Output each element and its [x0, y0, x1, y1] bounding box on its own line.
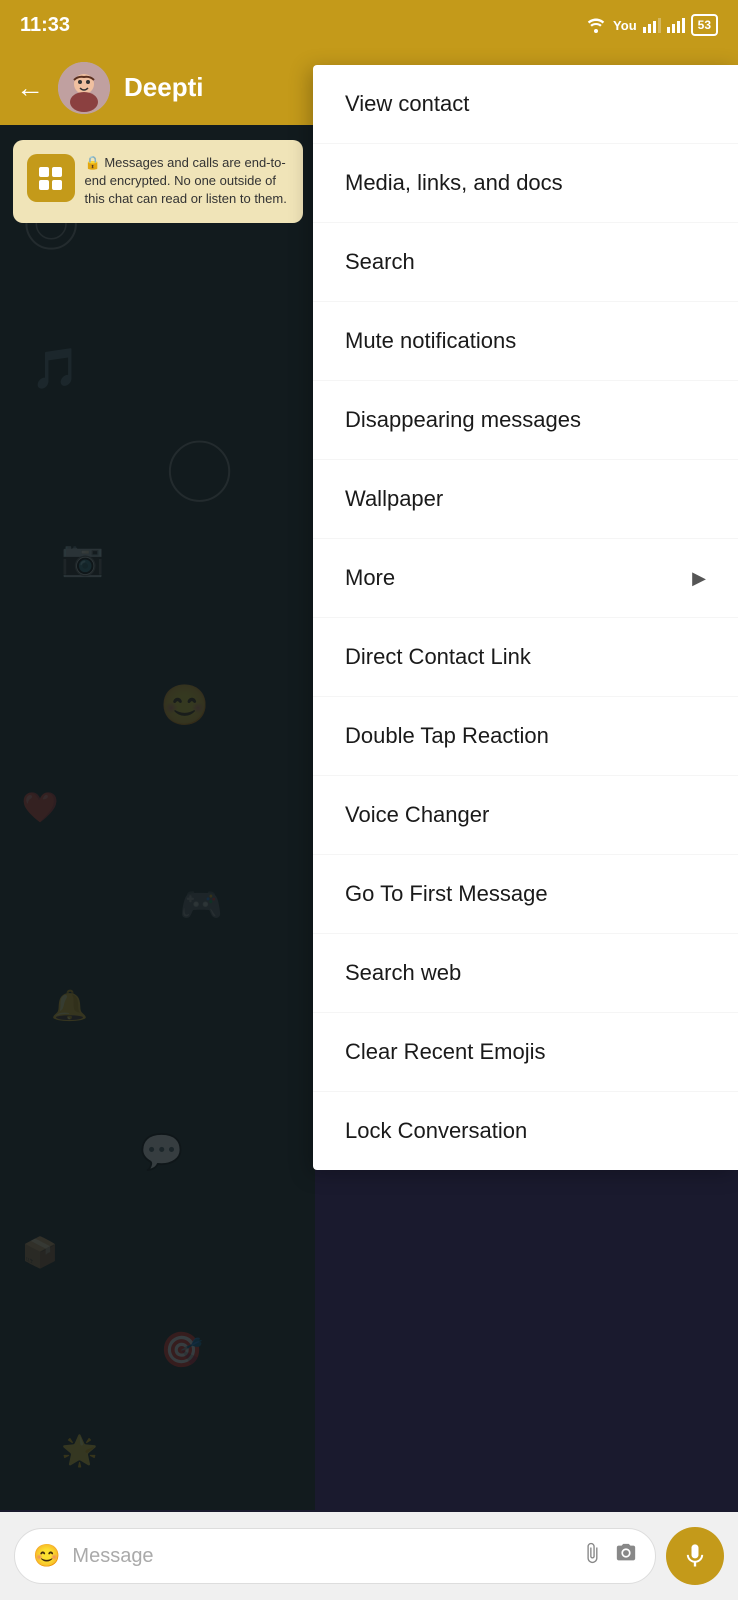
- svg-text:🎯: 🎯: [160, 1331, 203, 1370]
- avatar-image: [58, 62, 110, 114]
- menu-label-mute-notifications: Mute notifications: [345, 328, 516, 354]
- menu-label-voice-changer: Voice Changer: [345, 802, 489, 828]
- svg-text:🎮: 🎮: [180, 886, 223, 924]
- menu-item-go-to-first-message[interactable]: Go To First Message: [313, 855, 738, 934]
- security-message: Messages and calls are end-to-end encryp…: [85, 155, 287, 206]
- menu-item-wallpaper[interactable]: Wallpaper: [313, 460, 738, 539]
- signal-icon1: [643, 17, 661, 33]
- back-button[interactable]: ←: [16, 72, 44, 104]
- menu-item-search-web[interactable]: Search web: [313, 934, 738, 1013]
- menu-item-direct-contact-link[interactable]: Direct Contact Link: [313, 618, 738, 697]
- menu-label-search-web: Search web: [345, 960, 461, 986]
- grid-icon: [39, 167, 62, 190]
- menu-label-search: Search: [345, 249, 415, 275]
- signal-icon2: [667, 17, 685, 33]
- chat-content-area: 🔒 Messages and calls are end-to-end encr…: [0, 125, 315, 252]
- mic-icon: [681, 1542, 709, 1570]
- menu-label-clear-recent-emojis: Clear Recent Emojis: [345, 1039, 546, 1065]
- context-menu: View contact Media, links, and docs Search…: [313, 65, 738, 1170]
- menu-item-view-contact[interactable]: View contact: [313, 65, 738, 144]
- menu-item-voice-changer[interactable]: Voice Changer: [313, 776, 738, 855]
- svg-text:💬: 💬: [140, 1132, 183, 1172]
- network-icon: You: [613, 18, 637, 33]
- menu-item-media-links-docs[interactable]: Media, links, and docs: [313, 144, 738, 223]
- menu-label-double-tap-reaction: Double Tap Reaction: [345, 723, 549, 749]
- battery-icon: 53: [691, 14, 718, 36]
- menu-label-lock-conversation: Lock Conversation: [345, 1118, 527, 1144]
- status-bar: 11:33 You 53: [0, 0, 738, 50]
- menu-label-wallpaper: Wallpaper: [345, 486, 443, 512]
- background-doodles: 🎵 📷 😊 ❤️ 🎮 🔔 💬 📦 🎯 🌟: [0, 125, 315, 1510]
- menu-label-go-to-first-message: Go To First Message: [345, 881, 548, 907]
- svg-text:📦: 📦: [21, 1236, 58, 1270]
- security-text: 🔒 Messages and calls are end-to-end encr…: [85, 154, 289, 209]
- security-notice: 🔒 Messages and calls are end-to-end encr…: [13, 140, 303, 223]
- status-time: 11:33: [20, 14, 70, 37]
- svg-text:😊: 😊: [160, 684, 209, 728]
- menu-label-direct-contact-link: Direct Contact Link: [345, 644, 531, 670]
- menu-item-mute-notifications[interactable]: Mute notifications: [313, 302, 738, 381]
- attach-button[interactable]: [581, 1542, 603, 1570]
- lock-icon-inline: 🔒: [85, 155, 101, 170]
- menu-label-view-contact: View contact: [345, 91, 469, 117]
- chat-background: 🎵 📷 😊 ❤️ 🎮 🔔 💬 📦 🎯 🌟: [0, 125, 315, 1510]
- emoji-button[interactable]: 😊: [33, 1543, 60, 1569]
- security-icon-box: [27, 154, 75, 202]
- menu-label-more: More: [345, 565, 395, 591]
- svg-text:🎵: 🎵: [31, 347, 80, 391]
- svg-text:📷: 📷: [61, 540, 104, 578]
- wifi-icon: [585, 17, 607, 33]
- message-placeholder[interactable]: Message: [72, 1545, 569, 1568]
- avatar[interactable]: [58, 62, 110, 114]
- svg-text:🌟: 🌟: [61, 1434, 98, 1469]
- camera-button[interactable]: [615, 1542, 637, 1570]
- menu-item-search[interactable]: Search: [313, 223, 738, 302]
- svg-text:❤️: ❤️: [21, 792, 59, 825]
- mic-button[interactable]: [666, 1527, 724, 1585]
- chevron-right-icon: ▶: [692, 568, 706, 589]
- input-bar: 😊 Message: [0, 1512, 738, 1600]
- menu-label-media-links-docs: Media, links, and docs: [345, 170, 563, 196]
- menu-item-disappearing-messages[interactable]: Disappearing messages: [313, 381, 738, 460]
- menu-item-more[interactable]: More ▶: [313, 539, 738, 618]
- message-input-field[interactable]: 😊 Message: [14, 1528, 656, 1584]
- menu-item-clear-recent-emojis[interactable]: Clear Recent Emojis: [313, 1013, 738, 1092]
- status-icons: You 53: [585, 14, 718, 36]
- svg-text:🔔: 🔔: [51, 989, 88, 1022]
- menu-item-double-tap-reaction[interactable]: Double Tap Reaction: [313, 697, 738, 776]
- menu-label-disappearing-messages: Disappearing messages: [345, 407, 581, 433]
- menu-item-lock-conversation[interactable]: Lock Conversation: [313, 1092, 738, 1170]
